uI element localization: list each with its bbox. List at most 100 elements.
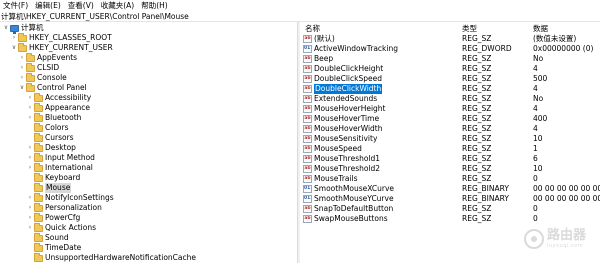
collapse-chevron-icon[interactable]: ∨ xyxy=(2,23,10,33)
folder-icon xyxy=(34,172,43,182)
registry-tree: ∨ 计算机 › HKEY_CLASSES_ROOT ∨ HKEY_CURRENT_USER… xyxy=(0,22,297,263)
table-row[interactable]: 011SmoothMouseXCurve REG_BINARY 00 00 00 0… xyxy=(300,184,600,194)
value-name: ExtendedSounds xyxy=(314,94,378,103)
folder-icon xyxy=(34,202,43,212)
table-row[interactable]: ab MouseThreshold1 REG_SZ 6 xyxy=(300,154,600,164)
tree-node-sound[interactable]: Sound xyxy=(26,232,69,243)
expand-chevron-icon[interactable]: › xyxy=(26,113,34,123)
string-value-icon: ab xyxy=(303,115,312,123)
menu-help[interactable]: 帮助(H) xyxy=(141,0,168,11)
tree-node-computer[interactable]: ∨ 计算机 xyxy=(2,23,44,34)
menu-edit[interactable]: 编辑(E) xyxy=(35,0,61,11)
collapse-chevron-icon[interactable]: ∨ xyxy=(18,83,26,93)
expand-chevron-icon[interactable]: › xyxy=(26,93,34,103)
value-name: DoubleClickWidth xyxy=(314,84,383,94)
address-bar[interactable]: 计算机\HKEY_CURRENT_USER\Control Panel\Mous… xyxy=(0,11,600,22)
table-row[interactable]: ab MouseSpeed REG_SZ 1 xyxy=(300,144,600,154)
table-row[interactable]: 011SmoothMouseYCurve REG_BINARY 00 00 00 0… xyxy=(300,194,600,204)
value-name: MouseHoverWidth xyxy=(314,124,383,133)
menu-file[interactable]: 文件(F) xyxy=(3,0,28,11)
table-row[interactable]: ab SwapMouseButtons REG_SZ 0 xyxy=(300,214,600,224)
expand-chevron-icon[interactable]: › xyxy=(26,153,34,163)
expand-chevron-icon[interactable]: › xyxy=(18,73,26,83)
folder-icon xyxy=(34,142,43,152)
value-type: REG_SZ xyxy=(462,214,492,223)
value-data: 0x00000000 (0) xyxy=(533,44,594,53)
expand-chevron-icon[interactable]: › xyxy=(26,203,34,213)
tree-node-input method[interactable]: › Input Method xyxy=(26,152,95,163)
table-row[interactable]: ab DoubleClickWidth REG_SZ 4 xyxy=(300,84,600,94)
tree-node-powercfg[interactable]: › PowerCfg xyxy=(26,212,80,223)
expand-chevron-icon[interactable]: › xyxy=(10,33,18,43)
value-type: REG_SZ xyxy=(462,114,492,123)
registry-values-list: 名称 类型 数据 ab(默认)REG_SZ(数值未设置)011ActiveWin… xyxy=(300,22,600,263)
tree-node-desktop[interactable]: › Desktop xyxy=(26,142,76,153)
value-name: SmoothMouseXCurve xyxy=(314,184,394,193)
table-row[interactable]: ab MouseTrails REG_SZ 0 xyxy=(300,174,600,184)
table-row[interactable]: ab MouseSensitivity REG_SZ 10 xyxy=(300,134,600,144)
table-row[interactable]: ab ExtendedSounds REG_SZ No xyxy=(300,94,600,104)
table-row[interactable]: ab SnapToDefaultButton REG_SZ 0 xyxy=(300,204,600,214)
value-data: 0 xyxy=(533,204,538,213)
tree-node-timedate[interactable]: TimeDate xyxy=(26,242,82,253)
expand-chevron-icon[interactable]: › xyxy=(26,213,34,223)
value-name: SmoothMouseYCurve xyxy=(314,194,394,203)
tree-node-control-panel[interactable]: ∨ Control Panel xyxy=(18,82,87,93)
value-data: No xyxy=(533,94,544,103)
menu-favorites[interactable]: 收藏夹(A) xyxy=(101,0,134,11)
tree-node-label: UnsupportedHardwareNotificationCache xyxy=(45,253,196,262)
tree-node-mouse[interactable]: Mouse xyxy=(26,182,72,193)
string-value-icon: ab xyxy=(303,145,312,153)
column-header-data[interactable]: 数据 xyxy=(533,24,548,33)
tree-node-appearance[interactable]: › Appearance xyxy=(26,102,91,113)
tree-node-label: Sound xyxy=(45,233,69,242)
tree-node-bluetooth[interactable]: › Bluetooth xyxy=(26,112,81,123)
expand-chevron-icon[interactable]: › xyxy=(26,103,34,113)
expand-chevron-icon[interactable]: › xyxy=(26,143,34,153)
tree-node-international[interactable]: › International xyxy=(26,162,93,173)
tree-node-accessibility[interactable]: › Accessibility xyxy=(26,92,91,103)
folder-icon xyxy=(34,92,43,102)
menu-view[interactable]: 查看(V) xyxy=(68,0,94,11)
expand-chevron-icon[interactable]: › xyxy=(18,63,26,73)
tree-node-label: Colors xyxy=(45,123,69,132)
tree-node-console[interactable]: › Console xyxy=(18,72,67,83)
collapse-chevron-icon[interactable]: ∨ xyxy=(10,43,18,53)
tree-node-hkcu[interactable]: ∨ HKEY_CURRENT_USER xyxy=(10,42,113,53)
value-name: MouseHoverHeight xyxy=(314,104,386,113)
expand-chevron-icon[interactable]: › xyxy=(26,193,34,203)
tree-node-unsupportedhardwarenotificationcache[interactable]: UnsupportedHardwareNotificationCache xyxy=(26,252,196,263)
tree-node-cursors[interactable]: Cursors xyxy=(26,132,74,143)
tree-node-keyboard[interactable]: Keyboard xyxy=(26,172,80,183)
tree-node-notifyiconsettings[interactable]: › NotifyIconSettings xyxy=(26,192,114,203)
table-row[interactable]: ab Beep REG_SZ No xyxy=(300,54,600,64)
watermark-text: 路由器 xyxy=(546,228,586,243)
folder-icon xyxy=(34,252,43,262)
tree-node-hkcr[interactable]: › HKEY_CLASSES_ROOT xyxy=(10,32,112,43)
table-row[interactable]: ab MouseThreshold2 REG_SZ 10 xyxy=(300,164,600,174)
tree-node-quick actions[interactable]: › Quick Actions xyxy=(26,222,96,233)
table-row[interactable]: ab DoubleClickSpeed REG_SZ 500 xyxy=(300,74,600,84)
expand-chevron-icon[interactable]: › xyxy=(26,223,34,233)
table-row[interactable]: ab MouseHoverTime REG_SZ 400 xyxy=(300,114,600,124)
table-row[interactable]: ab MouseHoverHeight REG_SZ 4 xyxy=(300,104,600,114)
string-value-icon: ab xyxy=(303,75,312,83)
tree-node-label: Appearance xyxy=(45,103,91,112)
column-header-type[interactable]: 类型 xyxy=(462,24,477,33)
table-row[interactable]: ab DoubleClickHeight REG_SZ 4 xyxy=(300,64,600,74)
column-header-name[interactable]: 名称 xyxy=(305,24,320,33)
tree-node-label: TimeDate xyxy=(45,243,82,252)
watermark-logo: 路由器 luyouqi.com xyxy=(523,228,586,249)
string-value-icon: ab xyxy=(303,105,312,113)
tree-node-personalization[interactable]: › Personalization xyxy=(26,202,102,213)
folder-icon xyxy=(26,62,35,72)
table-row[interactable]: 011ActiveWindowTracking REG_DWORD 0x000000… xyxy=(300,44,600,54)
expand-chevron-icon[interactable]: › xyxy=(26,163,34,173)
expand-chevron-icon[interactable]: › xyxy=(18,53,26,63)
table-row[interactable]: ab (默认) REG_SZ (数值未设置) xyxy=(300,34,600,44)
tree-node-appevents[interactable]: › AppEvents xyxy=(18,52,77,63)
tree-node-clsid[interactable]: › CLSID xyxy=(18,62,59,73)
table-row[interactable]: ab MouseHoverWidth REG_SZ 4 xyxy=(300,124,600,134)
tree-node-colors[interactable]: Colors xyxy=(26,122,69,133)
